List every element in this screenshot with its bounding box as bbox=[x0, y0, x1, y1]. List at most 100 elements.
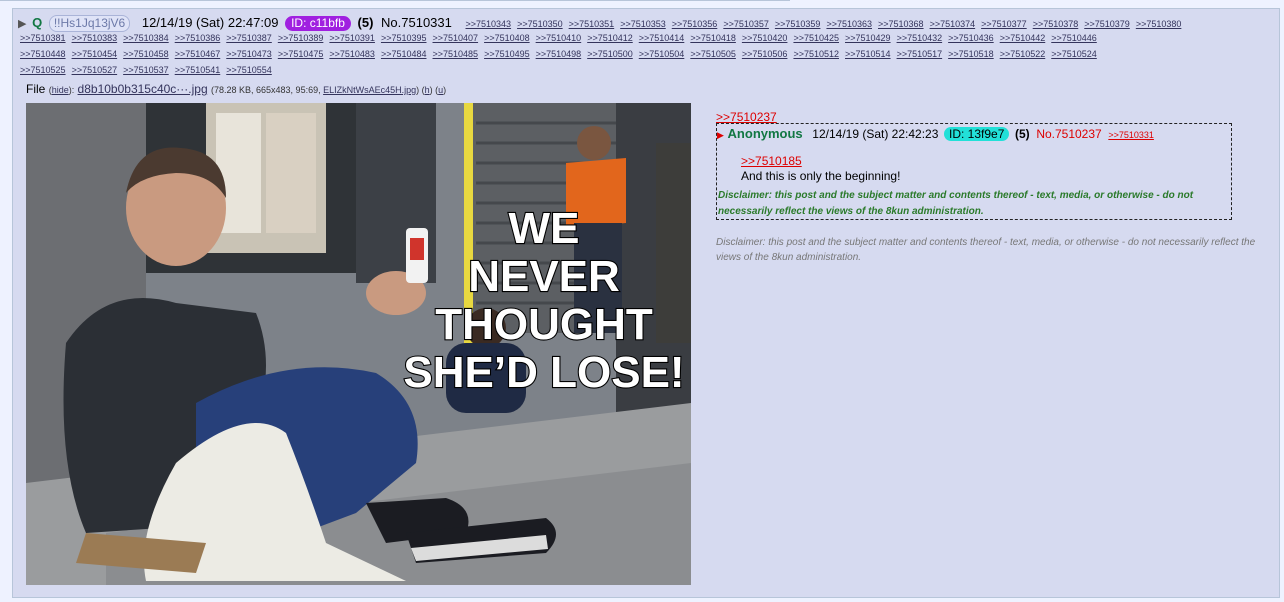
mention-link[interactable]: >>7510377 bbox=[981, 19, 1027, 29]
mention-link[interactable]: >>7510432 bbox=[897, 33, 943, 43]
mention-link[interactable]: >>7510495 bbox=[484, 49, 530, 59]
top-divider bbox=[0, 0, 790, 1]
mention-link[interactable]: >>7510522 bbox=[1000, 49, 1046, 59]
file-info: File (hide): d8b10b0b315c40c···.jpg (78.… bbox=[26, 82, 447, 96]
mention-link[interactable]: >>7510525 bbox=[20, 65, 66, 75]
tripcode: !!Hs1Jq13jV6 bbox=[48, 15, 131, 32]
mention-link[interactable]: >>7510374 bbox=[930, 19, 976, 29]
reply-poster-name: Anonymous bbox=[727, 126, 803, 141]
mention-link[interactable]: >>7510446 bbox=[1051, 33, 1097, 43]
mention-link[interactable]: >>7510514 bbox=[845, 49, 891, 59]
collapse-arrow-icon[interactable]: ▶ bbox=[717, 130, 724, 140]
q-post: ▶ Q !!Hs1Jq13jV6 12/14/19 (Sat) 22:47:09… bbox=[12, 8, 1280, 598]
mention-link[interactable]: >>7510429 bbox=[845, 33, 891, 43]
mention-link[interactable]: >>7510414 bbox=[639, 33, 685, 43]
file-meta: (78.28 KB, 665x483, 95:69, bbox=[211, 85, 324, 95]
mention-link[interactable]: >>7510425 bbox=[793, 33, 839, 43]
mention-link[interactable]: >>7510391 bbox=[329, 33, 375, 43]
reply-quote-link[interactable]: >>7510185 bbox=[741, 154, 802, 168]
mention-link[interactable]: >>7510418 bbox=[690, 33, 736, 43]
meme-illustration: WE NEVER THOUGHT SHE’D LOSE! bbox=[26, 103, 691, 585]
mention-link[interactable]: >>7510357 bbox=[723, 19, 769, 29]
mention-link[interactable]: >>7510350 bbox=[517, 19, 563, 29]
quoted-reply: ▶ Anonymous 12/14/19 (Sat) 22:42:23 ID: … bbox=[716, 123, 1232, 220]
mention-link[interactable]: >>7510500 bbox=[587, 49, 633, 59]
mention-link[interactable]: >>7510389 bbox=[278, 33, 324, 43]
mention-link[interactable]: >>7510527 bbox=[72, 65, 118, 75]
mention-link[interactable]: >>7510498 bbox=[536, 49, 582, 59]
mention-link[interactable]: >>7510484 bbox=[381, 49, 427, 59]
post-number[interactable]: No.7510331 bbox=[381, 15, 452, 30]
mention-link[interactable]: >>7510505 bbox=[690, 49, 736, 59]
post-image[interactable]: WE NEVER THOUGHT SHE’D LOSE! bbox=[26, 103, 691, 585]
mention-link[interactable]: >>7510504 bbox=[639, 49, 685, 59]
mention-link[interactable]: >>7510420 bbox=[742, 33, 788, 43]
mention-link[interactable]: >>7510518 bbox=[948, 49, 994, 59]
mention-link[interactable]: >>7510343 bbox=[466, 19, 512, 29]
mention-link[interactable]: >>7510379 bbox=[1084, 19, 1130, 29]
reply-post-number[interactable]: No.7510237 bbox=[1036, 127, 1101, 141]
mentions-row-1: >>7510343 >>7510350 >>7510351 >>7510353 >>75… bbox=[466, 19, 1188, 29]
reply-intro: ▶ Anonymous 12/14/19 (Sat) 22:42:23 ID: … bbox=[717, 126, 1154, 143]
mention-link[interactable]: >>7510467 bbox=[175, 49, 221, 59]
mention-link[interactable]: >>7510524 bbox=[1051, 49, 1097, 59]
quoted-reply-area: >>7510237 ▶ Anonymous 12/14/19 (Sat) 22:… bbox=[716, 109, 1276, 263]
mention-link[interactable]: >>7510412 bbox=[587, 33, 633, 43]
mention-link[interactable]: >>7510537 bbox=[123, 65, 169, 75]
poster-id-badge[interactable]: ID: c11bfb bbox=[285, 16, 351, 31]
mention-link[interactable]: >>7510380 bbox=[1136, 19, 1182, 29]
mention-link[interactable]: >>7510387 bbox=[226, 33, 272, 43]
mention-link[interactable]: >>7510395 bbox=[381, 33, 427, 43]
reply-body: And this is only the beginning! bbox=[741, 169, 901, 183]
mention-link[interactable]: >>7510359 bbox=[775, 19, 821, 29]
file-label: File bbox=[26, 82, 46, 96]
h-link[interactable]: h bbox=[425, 85, 430, 95]
mention-link[interactable]: >>7510485 bbox=[433, 49, 479, 59]
mention-link[interactable]: >>7510506 bbox=[742, 49, 788, 59]
mention-link[interactable]: >>7510384 bbox=[123, 33, 169, 43]
mention-link[interactable]: >>7510363 bbox=[826, 19, 872, 29]
mention-link[interactable]: >>7510473 bbox=[226, 49, 272, 59]
mention-link[interactable]: >>7510448 bbox=[20, 49, 66, 59]
mention-link[interactable]: >>7510458 bbox=[123, 49, 169, 59]
poster-name: Q bbox=[32, 15, 43, 30]
mention-link[interactable]: >>7510483 bbox=[329, 49, 375, 59]
file-name-link[interactable]: d8b10b0b315c40c···.jpg bbox=[78, 82, 208, 96]
mention-link[interactable]: >>7510353 bbox=[620, 19, 666, 29]
mention-link[interactable]: >>7510407 bbox=[433, 33, 479, 43]
mention-link[interactable]: >>7510378 bbox=[1033, 19, 1079, 29]
mentions-row-2: >>7510381 >>7510383 >>7510384 >>7510386 >>75… bbox=[20, 33, 1103, 43]
reply-id-badge[interactable]: ID: 13f9e7 bbox=[944, 127, 1010, 141]
u-link[interactable]: u bbox=[438, 85, 443, 95]
mention-link[interactable]: >>7510436 bbox=[948, 33, 994, 43]
mention-link[interactable]: >>7510408 bbox=[484, 33, 530, 43]
mention-link[interactable]: >>7510554 bbox=[226, 65, 272, 75]
mention-link[interactable]: >>7510368 bbox=[878, 19, 924, 29]
mention-link[interactable]: >>7510351 bbox=[569, 19, 615, 29]
mention-link[interactable]: >>7510517 bbox=[897, 49, 943, 59]
reply-mention-link[interactable]: >>7510331 bbox=[1108, 130, 1154, 140]
mention-link[interactable]: >>7510442 bbox=[1000, 33, 1046, 43]
meme-caption-line-2: NEVER bbox=[468, 252, 620, 301]
reply-date: 12/14/19 (Sat) 22:42:23 bbox=[812, 127, 939, 141]
collapse-arrow-icon[interactable]: ▶ bbox=[18, 18, 26, 30]
mention-link[interactable]: >>7510383 bbox=[72, 33, 118, 43]
mention-link[interactable]: >>7510386 bbox=[175, 33, 221, 43]
mention-link[interactable]: >>7510381 bbox=[20, 33, 66, 43]
mention-link[interactable]: >>7510475 bbox=[278, 49, 324, 59]
post-date: 12/14/19 (Sat) 22:47:09 bbox=[141, 15, 279, 30]
hide-file-link[interactable]: hide bbox=[52, 85, 69, 95]
mentions-row-3: >>7510448 >>7510454 >>7510458 >>7510467 >>75… bbox=[20, 49, 1103, 59]
reply-backlink[interactable]: >>7510237 bbox=[716, 110, 777, 124]
mentions-row-4: >>7510525 >>7510527 >>7510537 >>7510541 >>75… bbox=[20, 65, 278, 75]
meme-caption-line-4: SHE’D LOSE! bbox=[403, 348, 684, 397]
original-filename-link[interactable]: ELIZkNtWsAEc45H.jpg bbox=[323, 85, 416, 95]
mention-link[interactable]: >>7510454 bbox=[72, 49, 118, 59]
mention-link[interactable]: >>7510541 bbox=[175, 65, 221, 75]
reply-post-count: (5) bbox=[1015, 127, 1030, 141]
mention-link[interactable]: >>7510512 bbox=[793, 49, 839, 59]
meme-caption-line-1: WE bbox=[509, 204, 580, 253]
mention-link[interactable]: >>7510356 bbox=[672, 19, 718, 29]
meme-caption-line-3: THOUGHT bbox=[435, 300, 653, 349]
mention-link[interactable]: >>7510410 bbox=[536, 33, 582, 43]
